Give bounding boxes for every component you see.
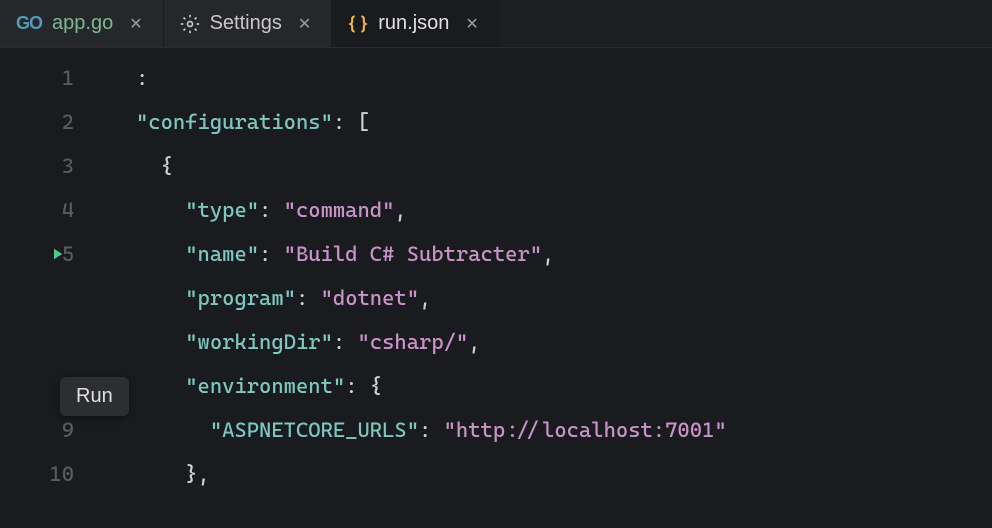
close-icon[interactable]: ✕ bbox=[125, 12, 146, 36]
line-number-gutter: 1 2 3 4 5 8 9 10 bbox=[0, 56, 88, 496]
code-line: "configurations": [ bbox=[136, 100, 992, 144]
run-gutter-glyph[interactable] bbox=[48, 232, 66, 276]
go-file-icon: GO bbox=[16, 13, 42, 34]
line-number: 10 bbox=[0, 452, 88, 496]
line-number: 1 bbox=[0, 56, 88, 100]
tab-label: app.go bbox=[52, 12, 113, 35]
tab-settings[interactable]: Settings ✕ bbox=[164, 0, 333, 47]
gear-icon bbox=[180, 14, 200, 34]
line-number: 2 bbox=[0, 100, 88, 144]
code-line: "program": "dotnet", bbox=[136, 276, 992, 320]
close-icon[interactable]: ✕ bbox=[294, 12, 315, 36]
json-file-icon bbox=[348, 14, 368, 34]
line-number bbox=[0, 276, 88, 320]
code-line: : bbox=[136, 56, 992, 100]
line-number bbox=[0, 320, 88, 364]
code-line: "environment": { bbox=[136, 364, 992, 408]
close-icon[interactable]: ✕ bbox=[461, 12, 482, 36]
line-number: 4 bbox=[0, 188, 88, 232]
tab-bar: GO app.go ✕ Settings ✕ run.json ✕ bbox=[0, 0, 992, 48]
code-line: "type": "command", bbox=[136, 188, 992, 232]
tab-label: run.json bbox=[378, 12, 449, 35]
tab-run-json[interactable]: run.json ✕ bbox=[332, 0, 500, 47]
line-number: 3 bbox=[0, 144, 88, 188]
editor-area[interactable]: 1 2 3 4 5 8 9 10 : "configurations": [ {… bbox=[0, 48, 992, 496]
run-tooltip: Run bbox=[60, 377, 129, 416]
code-line: "name": "Build C# Subtracter", bbox=[136, 232, 992, 276]
line-number: 5 bbox=[0, 232, 88, 276]
code-line: "workingDir": "csharp/", bbox=[136, 320, 992, 364]
tab-app-go[interactable]: GO app.go ✕ bbox=[0, 0, 164, 47]
code-line: }, bbox=[136, 452, 992, 496]
tab-label: Settings bbox=[210, 12, 282, 35]
code-content[interactable]: : "configurations": [ { "type": "command… bbox=[88, 56, 992, 496]
code-line: { bbox=[136, 144, 992, 188]
code-line: "ASPNETCORE_URLS": "http://localhost:700… bbox=[136, 408, 992, 452]
